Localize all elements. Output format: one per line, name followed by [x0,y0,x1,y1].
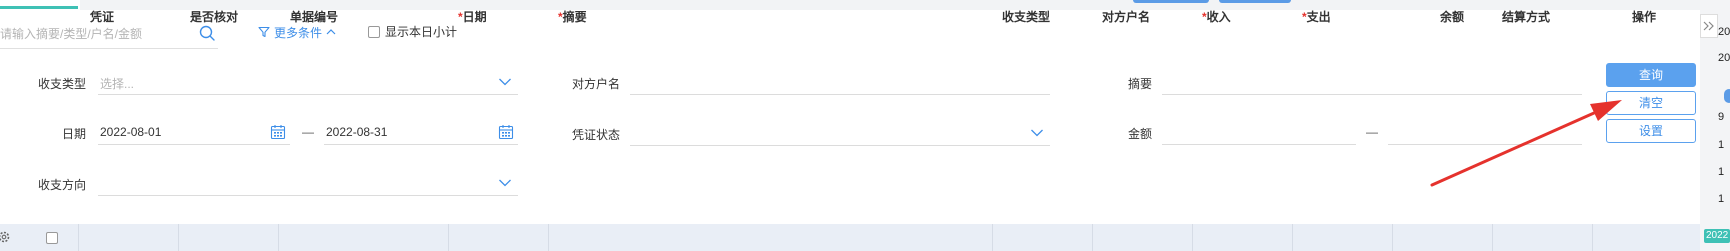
column-header-balance[interactable]: 余额 [1440,8,1464,25]
panel-indicator [1724,89,1730,103]
calendar-icon[interactable] [270,124,286,140]
show-daily-subtotal-checkbox[interactable] [368,25,380,38]
counterparty-field[interactable] [630,70,1050,95]
search-icon[interactable] [198,24,216,42]
filter-icon [258,26,270,38]
more-filters-label: 更多条件 [274,25,323,40]
show-daily-subtotal-label: 显示本日小计 [385,25,458,39]
counterparty-label: 对方户名 [571,77,620,91]
column-header-expense[interactable]: *支出 [1302,8,1331,25]
date-to-value: 2022-08-31 [326,125,388,139]
chevron-up-icon [326,29,336,35]
summary-field[interactable] [1162,70,1582,95]
show-daily-subtotal-option[interactable]: 显示本日小计 [368,23,457,40]
collapse-panel-button[interactable] [1700,14,1718,38]
search-input[interactable] [0,24,185,44]
date-range-separator: — [302,125,314,139]
panel-date-2: 202 [1718,52,1730,64]
type-placeholder: 选择... [100,77,135,91]
voucher-status-label: 凭证状态 [571,128,620,142]
amount-to-field[interactable] [1388,120,1582,145]
column-header-actions[interactable]: 操作 [1632,8,1656,25]
amount-from-field[interactable] [1162,120,1356,145]
summary-label: 摘要 [1127,77,1152,91]
voucher-status-select[interactable] [630,121,1050,146]
direction-select[interactable] [98,171,518,196]
query-button[interactable]: 查询 [1606,63,1696,87]
chevron-down-icon [499,179,511,187]
clear-button[interactable]: 清空 [1606,91,1696,115]
top-action-button-1[interactable] [1133,0,1209,3]
column-header-counterparty[interactable]: 对方户名 [1102,8,1150,25]
panel-value-3: 1 [1718,166,1725,178]
date-to-field[interactable]: 2022-08-31 [324,120,518,145]
active-tab-indicator [0,6,78,9]
panel-year-badge: 2022 [1704,229,1730,243]
panel-date-1: 202 [1718,26,1730,38]
direction-label: 收支方向 [37,178,86,192]
table-header [0,224,1700,251]
column-header-date[interactable]: *日期 [458,8,487,25]
chevron-down-icon [1031,129,1043,137]
column-header-type[interactable]: 收支类型 [1002,8,1050,25]
date-label: 日期 [61,127,86,141]
column-header-doc-number[interactable]: 单据编号 [290,8,338,25]
column-header-settlement[interactable]: 结算方式 [1502,8,1550,25]
column-header-summary[interactable]: *摘要 [558,8,587,25]
double-chevron-right-icon [1703,21,1714,31]
panel-value-2: 1 [1718,139,1725,151]
panel-value-4: 1 [1718,193,1725,205]
column-header-voucher[interactable]: 凭证 [90,8,114,25]
amount-label: 金额 [1127,127,1152,141]
top-action-button-2[interactable] [1219,0,1291,3]
date-from-field[interactable]: 2022-08-01 [98,120,290,145]
chevron-down-icon [499,78,511,86]
amount-range-separator: — [1366,125,1378,139]
type-label: 收支类型 [37,77,86,91]
type-select[interactable]: 选择... [98,70,518,95]
more-filters-toggle[interactable]: 更多条件 [258,23,336,41]
column-header-checked[interactable]: 是否核对 [190,8,238,25]
settings-button[interactable]: 设置 [1606,119,1696,143]
panel-value-1: 9 [1718,111,1725,123]
calendar-icon[interactable] [498,124,514,140]
select-all-checkbox[interactable] [46,232,58,244]
gear-icon[interactable] [0,230,12,244]
column-header-income[interactable]: *收入 [1202,8,1231,25]
date-from-value: 2022-08-01 [100,125,162,139]
